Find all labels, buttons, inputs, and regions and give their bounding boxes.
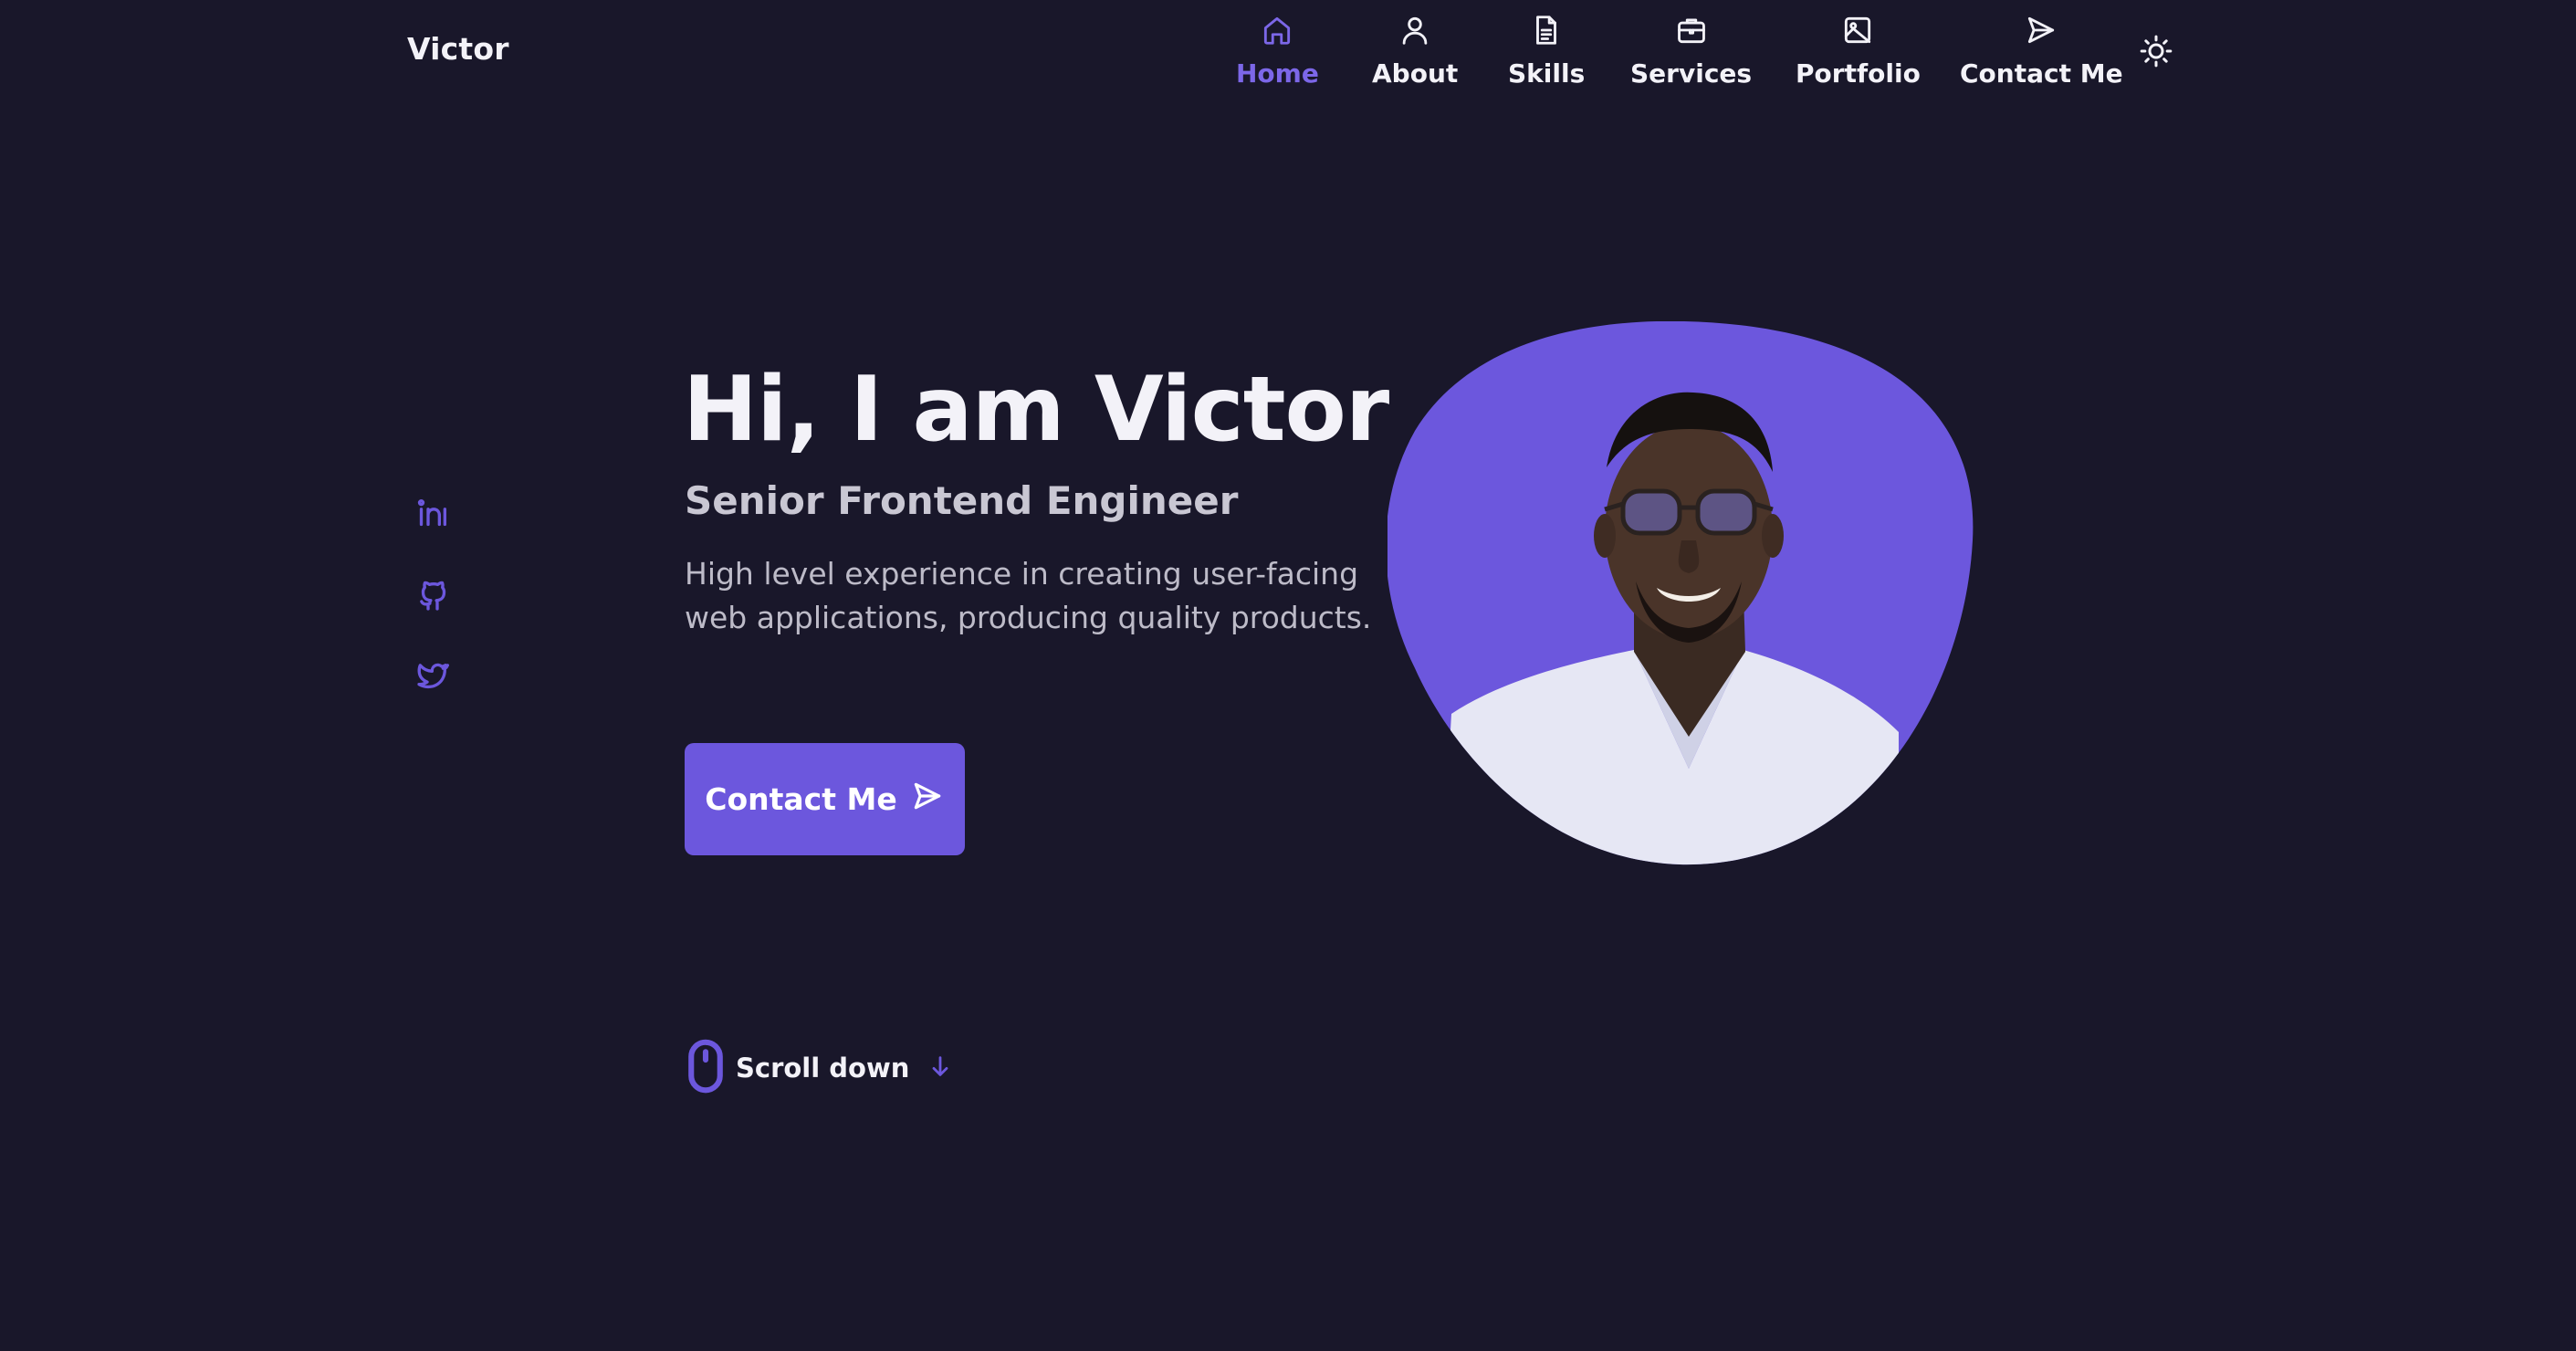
cta-label: Contact Me xyxy=(705,781,897,817)
home-icon xyxy=(1260,13,1294,51)
social-links xyxy=(414,495,451,741)
contact-me-button[interactable]: Contact Me xyxy=(685,743,965,855)
arrow-down-icon xyxy=(920,1053,953,1083)
nav-item-portfolio[interactable]: Portfolio xyxy=(1796,13,1921,89)
nav-item-services[interactable]: Services xyxy=(1630,13,1752,89)
hero-title: Hi, I am Victor xyxy=(683,358,1389,462)
briefcase-icon xyxy=(1674,13,1709,51)
github-link[interactable] xyxy=(414,577,451,613)
hero-subtitle: Senior Frontend Engineer xyxy=(685,478,1239,523)
linkedin-link[interactable] xyxy=(414,495,451,531)
scroll-down-label: Scroll down xyxy=(736,1053,910,1084)
nav-label: Home xyxy=(1236,58,1319,89)
file-icon xyxy=(1529,13,1564,51)
sun-icon xyxy=(2138,35,2174,73)
nav-item-home[interactable]: Home xyxy=(1236,13,1319,89)
twitter-link[interactable] xyxy=(414,659,451,696)
nav-label: Portfolio xyxy=(1796,58,1921,89)
theme-toggle-button[interactable] xyxy=(2138,33,2174,69)
hero-description: High level experience in creating user-f… xyxy=(685,556,1372,635)
nav-item-contact[interactable]: Contact Me xyxy=(1960,13,2123,89)
mouse-icon xyxy=(686,1039,725,1097)
nav-label: Contact Me xyxy=(1960,58,2123,89)
scroll-down-link[interactable]: Scroll down xyxy=(686,1039,953,1097)
nav-label: Services xyxy=(1630,58,1753,89)
nav-label: Skills xyxy=(1508,58,1586,89)
profile-image xyxy=(1387,321,1974,865)
main-nav: Home About Skills Services Portfolio Con… xyxy=(0,13,2576,104)
nav-item-skills[interactable]: Skills xyxy=(1508,13,1585,89)
nav-label: About xyxy=(1372,58,1459,89)
twitter-icon xyxy=(414,663,451,699)
github-icon xyxy=(414,581,451,617)
image-icon xyxy=(1840,13,1875,51)
linkedin-icon xyxy=(414,498,451,535)
send-icon xyxy=(910,779,945,821)
nav-item-about[interactable]: About xyxy=(1372,13,1458,89)
user-icon xyxy=(1398,13,1432,51)
send-icon xyxy=(2024,13,2058,51)
